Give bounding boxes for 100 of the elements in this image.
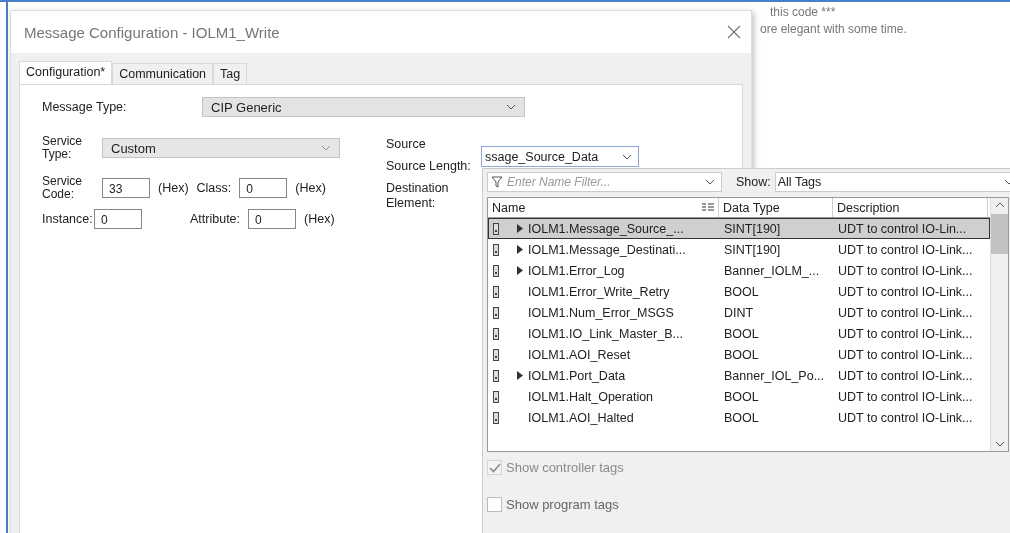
tag-description: UDT to control IO-Link... — [838, 305, 973, 320]
field-label: Source Length: — [386, 159, 471, 173]
data-type: Banner_IOL_Po... — [724, 368, 825, 383]
tag-icon — [493, 243, 499, 256]
tag-name: IOLM1.AOI_Halted — [528, 410, 634, 425]
caret-icon — [1003, 179, 1010, 185]
attribute-field[interactable]: 0 — [248, 209, 297, 229]
caret-icon — [321, 145, 331, 151]
tag-icon — [493, 306, 499, 319]
tag-name: IOLM1.Num_Error_MSGS — [528, 305, 674, 320]
class-field[interactable]: 0 — [239, 178, 288, 198]
column-header[interactable]: Data Type — [719, 198, 833, 217]
field-label: Service Code: — [42, 175, 83, 201]
tag-row[interactable]: IOLM1.AOI_Halted BOOL UDT to control IO-Link... — [488, 407, 990, 428]
unit-label: (Hex) — [295, 181, 326, 195]
caret-icon — [506, 104, 516, 110]
window-title: Message Configuration - IOLM1_Write — [24, 23, 280, 41]
tab[interactable]: Configuration* — [19, 61, 113, 84]
scrollbar-thumb[interactable] — [991, 214, 1008, 254]
close-icon[interactable] — [727, 25, 741, 39]
expand-arrow-icon[interactable] — [517, 266, 523, 275]
show-label: Show: — [736, 175, 771, 189]
tag-name: IOLM1.Port_Data — [528, 368, 626, 383]
data-type: SINT[190] — [724, 221, 781, 236]
tag-description: UDT to control IO-Link... — [838, 326, 973, 341]
scroll-up-icon[interactable] — [994, 202, 1005, 208]
data-type: BOOL — [724, 326, 759, 341]
field-label: Source — [386, 137, 427, 151]
field-label: Attribute: — [190, 212, 241, 226]
tag-row[interactable]: IOLM1.Halt_Operation BOOL UDT to control IO-Link... — [488, 386, 990, 407]
tag-icon — [493, 411, 499, 424]
tag-name: IOLM1.Error_Write_Retry — [528, 284, 670, 299]
tab[interactable]: Tag — [213, 63, 248, 84]
source-tag-dropdown[interactable]: ssage_Source_Data — [481, 146, 639, 167]
tag-row[interactable]: IOLM1.IO_Link_Master_B... BOOL UDT to control IO-Link... — [488, 323, 990, 344]
service-code-field[interactable]: 33 — [102, 178, 150, 198]
tag-description: UDT to control IO-Link... — [838, 347, 973, 362]
tag-description: UDT to control IO-Link... — [838, 284, 973, 299]
data-type: Banner_IOLM_... — [724, 263, 820, 278]
expand-arrow-icon[interactable] — [517, 371, 523, 380]
expand-arrow-icon[interactable] — [517, 245, 523, 254]
field-label: Instance: — [42, 212, 94, 226]
data-type: BOOL — [724, 410, 759, 425]
show-dropdown[interactable]: All Tags — [774, 172, 1010, 192]
instance-field[interactable]: 0 — [94, 209, 142, 229]
tag-description: UDT to control IO-Link... — [838, 242, 973, 257]
tag-row[interactable]: IOLM1.Num_Error_MSGS DINT UDT to control IO-Link... — [488, 302, 990, 323]
scroll-down-icon[interactable] — [994, 441, 1005, 447]
data-type: BOOL — [724, 284, 759, 299]
tag-name: IOLM1.Message_Source_... — [528, 221, 684, 236]
tag-name: IOLM1.IO_Link_Master_B... — [528, 326, 683, 341]
filter-icon — [491, 176, 503, 188]
data-type: BOOL — [724, 389, 759, 404]
field-label: Class: — [196, 181, 232, 195]
tag-description: UDT to control IO-Lin... — [838, 221, 967, 236]
tag-description: UDT to control IO-Link... — [838, 368, 973, 383]
tag-icon — [493, 264, 499, 277]
tag-icon — [493, 369, 499, 382]
data-type: DINT — [724, 305, 754, 320]
tag-row[interactable]: IOLM1.AOI_Reset BOOL UDT to control IO-Link... — [488, 344, 990, 365]
document-text: this code *** — [769, 4, 837, 21]
checkbox-option[interactable]: Show program tags — [487, 497, 1010, 512]
checkbox[interactable] — [487, 497, 502, 512]
column-header[interactable]: Name — [488, 198, 719, 217]
name-filter-field[interactable]: Enter Name Filter... — [505, 174, 703, 190]
tag-name: IOLM1.AOI_Reset — [528, 347, 631, 362]
tag-row[interactable]: IOLM1.Port_Data Banner_IOL_Po... UDT to control IO-Link... — [488, 365, 990, 386]
tag-row[interactable]: IOLM1.Error_Write_Retry BOOL UDT to control IO-Link... — [488, 281, 990, 302]
tag-row[interactable]: IOLM1.Message_Destinati... SINT[190] UDT to control IO-Link... — [488, 239, 990, 260]
tag-icon — [493, 327, 499, 340]
tag-icon — [493, 348, 499, 361]
column-chooser-icon — [702, 203, 714, 212]
tag-icon — [493, 285, 499, 298]
tag-name: IOLM1.Message_Destinati... — [528, 242, 686, 257]
tag-row[interactable]: IOLM1.Error_Log Banner_IOLM_... UDT to control IO-Link... — [488, 260, 990, 281]
tag-description: UDT to control IO-Link... — [838, 410, 973, 425]
expand-arrow-icon[interactable] — [517, 224, 523, 233]
tag-name: IOLM1.Error_Log — [528, 263, 625, 278]
caret-icon — [622, 153, 632, 160]
tag-description: UDT to control IO-Link... — [838, 389, 973, 404]
tag-icon — [493, 390, 499, 403]
field-label: Message Type: — [42, 100, 128, 114]
data-type: BOOL — [724, 347, 759, 362]
scrollbar[interactable] — [990, 198, 1008, 451]
service-type-dropdown[interactable]: Custom — [102, 138, 340, 158]
field-label: Destination Element: — [386, 181, 450, 211]
message-type-dropdown[interactable]: CIP Generic — [202, 97, 525, 117]
unit-label: (Hex) — [158, 181, 189, 195]
column-header[interactable]: Description — [833, 198, 988, 217]
data-type: SINT[190] — [724, 242, 781, 257]
tag-row[interactable]: IOLM1.Message_Source_... SINT[190] UDT to control IO-Lin... — [488, 218, 990, 239]
tab[interactable]: Communication — [112, 63, 214, 84]
field-label: Service Type: — [42, 135, 83, 161]
tag-description: UDT to control IO-Link... — [838, 263, 973, 278]
filter-dropdown[interactable]: Enter Name Filter... — [487, 172, 722, 192]
unit-label: (Hex) — [304, 212, 335, 226]
tag-icon — [493, 222, 499, 235]
tag-name: IOLM1.Halt_Operation — [528, 389, 654, 404]
document-text: ore elegant with some time. — [760, 21, 908, 38]
caret-icon — [705, 179, 715, 185]
